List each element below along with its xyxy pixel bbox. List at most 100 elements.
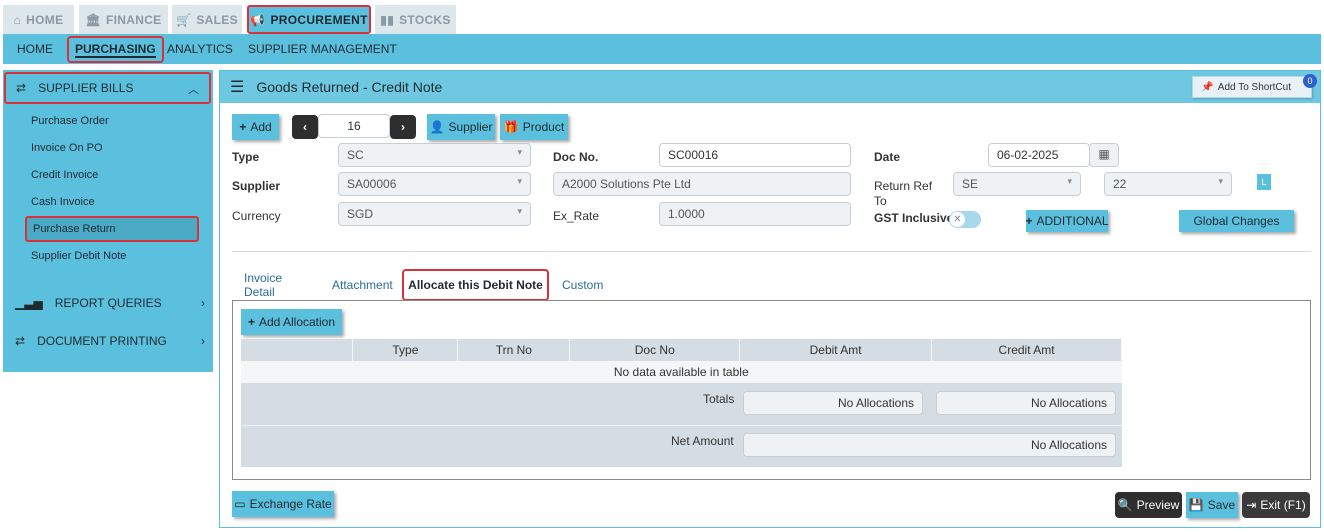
- divider: [232, 251, 1311, 252]
- sidebar-section-document-printing[interactable]: ⇄ DOCUMENT PRINTING ›: [15, 334, 205, 348]
- date-input[interactable]: 06-02-2025: [988, 143, 1090, 167]
- totals-debit-amount: No Allocations: [743, 391, 923, 415]
- date-label: Date: [874, 150, 901, 164]
- sidebar-section-label: DOCUMENT PRINTING: [37, 334, 167, 348]
- supplier-value: SA00006: [347, 177, 397, 191]
- add-button[interactable]: + Add: [232, 114, 279, 140]
- main-panel: ☰ Goods Returned - Credit Note 📌 Add To …: [219, 70, 1321, 528]
- gst-inclusive-label: GST Inclusive: [874, 211, 954, 225]
- column-header-type[interactable]: Type: [352, 339, 459, 361]
- tab-custom[interactable]: Custom: [562, 269, 603, 301]
- sidebar-link-supplier-debit-note[interactable]: Supplier Debit Note: [31, 250, 126, 262]
- currency-label: Currency: [232, 209, 281, 223]
- gst-inclusive-toggle[interactable]: ✕: [949, 211, 981, 228]
- close-icon: ✕: [950, 212, 965, 227]
- exit-button[interactable]: ⇥ Exit (F1): [1242, 492, 1310, 518]
- column-header-doc-no[interactable]: Doc No: [569, 339, 741, 361]
- tab-home[interactable]: ⌂ HOME: [3, 5, 74, 34]
- supplier-select[interactable]: SA00006 ▾: [338, 172, 531, 196]
- l-badge[interactable]: L: [1257, 174, 1271, 190]
- sidebar-link-cash-invoice[interactable]: Cash Invoice: [31, 196, 95, 208]
- submenu-supplier-management[interactable]: SUPPLIER MANAGEMENT: [248, 34, 397, 64]
- exchange-rate-label: Exchange Rate: [249, 497, 332, 511]
- plus-icon: +: [247, 315, 255, 329]
- plus-icon: +: [1025, 214, 1033, 228]
- bar-chart-icon: ▮▮: [380, 12, 395, 27]
- docno-input[interactable]: SC00016: [659, 143, 851, 167]
- tab-stocks[interactable]: ▮▮ STOCKS: [375, 5, 456, 34]
- submenu-supplier-management-label: SUPPLIER MANAGEMENT: [248, 42, 397, 56]
- tab-invoice-detail[interactable]: Invoice Detail: [244, 269, 282, 301]
- column-header-blank: [241, 339, 354, 361]
- return-ref-select[interactable]: SE ▾: [953, 172, 1081, 196]
- supplier-button-label: Supplier: [448, 120, 493, 134]
- allocation-table: Type Trn No Doc No Debit Amt Credit Amt …: [241, 339, 1122, 383]
- sidebar-link-purchase-return[interactable]: Purchase Return: [25, 216, 199, 242]
- column-header-trn-no[interactable]: Trn No: [457, 339, 571, 361]
- previous-record-button[interactable]: ‹: [292, 115, 318, 139]
- submenu-purchasing[interactable]: PURCHASING: [67, 36, 164, 63]
- dropdown-arrow-icon: ▾: [517, 206, 522, 216]
- net-amount-value: No Allocations: [743, 433, 1116, 457]
- tab-allocate-debit-note[interactable]: Allocate this Debit Note: [402, 269, 549, 301]
- currency-select[interactable]: SGD ▾: [338, 202, 531, 226]
- column-header-debit-amt[interactable]: Debit Amt: [739, 339, 933, 361]
- add-allocation-button[interactable]: + Add Allocation: [241, 309, 342, 335]
- sidebar-section-supplier-bills[interactable]: ⇄ SUPPLIER BILLS ︿: [4, 72, 211, 104]
- megaphone-icon: 📢: [250, 12, 266, 27]
- bar-chart-icon: ▁▃▅: [15, 296, 43, 310]
- additional-button-label: ADDITIONAL: [1036, 214, 1109, 228]
- global-changes-button[interactable]: Global Changes: [1179, 210, 1294, 232]
- additional-button[interactable]: + ADDITIONAL: [1025, 210, 1109, 232]
- dropdown-arrow-icon: ▾: [1218, 176, 1223, 186]
- table-header-row: Type Trn No Doc No Debit Amt Credit Amt: [241, 339, 1122, 361]
- tab-procurement[interactable]: 📢 PROCUREMENT: [247, 5, 371, 34]
- cart-icon: 🛒: [176, 12, 192, 27]
- submenu-purchasing-label: PURCHASING: [75, 41, 156, 58]
- home-icon: ⌂: [13, 12, 22, 27]
- totals-label: Totals: [703, 392, 735, 406]
- panel-header: ☰ Goods Returned - Credit Note 📌 Add To …: [220, 71, 1320, 103]
- sidebar-section-report-queries[interactable]: ▁▃▅ REPORT QUERIES ›: [15, 296, 205, 310]
- column-header-credit-amt[interactable]: Credit Amt: [931, 339, 1122, 361]
- save-button[interactable]: 💾 Save: [1186, 492, 1238, 518]
- supplier-label: Supplier: [232, 179, 281, 193]
- tab-finance[interactable]: 🏛 FINANCE: [79, 5, 168, 34]
- record-number-input[interactable]: 16: [318, 114, 390, 138]
- submenu-bar: HOME PURCHASING ANALYTICS SUPPLIER MANAG…: [3, 34, 1321, 64]
- return-ref-label-line2: To: [874, 194, 887, 208]
- chevron-right-icon: ›: [201, 334, 205, 348]
- hamburger-icon[interactable]: ☰: [230, 77, 244, 97]
- preview-button[interactable]: 🔍 Preview: [1115, 492, 1182, 518]
- sidebar-link-purchase-order[interactable]: Purchase Order: [31, 115, 109, 127]
- plus-icon: +: [239, 120, 247, 134]
- tab-sales-label: SALES: [196, 12, 238, 27]
- add-to-shortcut-button[interactable]: 📌 Add To ShortCut 0: [1192, 74, 1317, 98]
- product-button[interactable]: 🎁 Product: [500, 114, 568, 140]
- preview-label: Preview: [1136, 498, 1180, 512]
- exit-label: Exit (F1): [1260, 498, 1306, 512]
- return-ref-number-select[interactable]: 22 ▾: [1104, 172, 1232, 196]
- return-ref-label-line1: Return Ref: [874, 179, 933, 193]
- currency-value: SGD: [347, 207, 374, 221]
- dropdown-arrow-icon: ▾: [517, 176, 522, 186]
- submenu-analytics[interactable]: ANALYTICS: [167, 34, 233, 64]
- calendar-button[interactable]: ▦: [1089, 143, 1119, 167]
- sidebar-section-label: REPORT QUERIES: [54, 296, 162, 310]
- net-amount-label: Net Amount: [671, 434, 734, 448]
- exchange-rate-button[interactable]: ▭ Exchange Rate: [232, 491, 334, 517]
- submenu-home[interactable]: HOME: [17, 34, 53, 64]
- sign-out-icon: ⇥: [1246, 498, 1257, 512]
- supplier-button[interactable]: 👤 Supplier: [427, 114, 495, 140]
- sidebar-link-credit-invoice[interactable]: Credit Invoice: [31, 169, 98, 181]
- type-select[interactable]: SC ▾: [338, 143, 531, 167]
- next-record-button[interactable]: ›: [390, 115, 416, 139]
- exrate-field[interactable]: 1.0000: [659, 202, 851, 226]
- tab-attachment[interactable]: Attachment: [332, 269, 393, 301]
- sidebar-link-invoice-on-po[interactable]: Invoice On PO: [31, 142, 103, 154]
- tab-sales[interactable]: 🛒 SALES: [172, 5, 242, 34]
- bank-icon: 🏛: [85, 12, 102, 27]
- calendar-icon: ▦: [1098, 147, 1110, 161]
- add-button-label: Add: [250, 120, 272, 134]
- chevron-left-icon: ‹: [303, 120, 307, 134]
